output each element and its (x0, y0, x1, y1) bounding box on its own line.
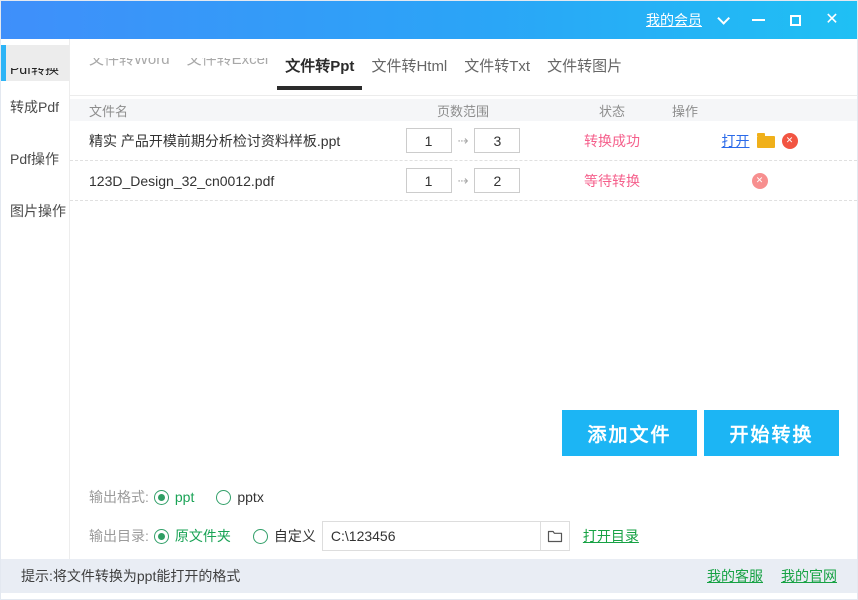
page-range-cell: ⇢ (374, 168, 552, 193)
header-status: 状态 (598, 103, 625, 119)
page-range-arrow-icon: ⇢ (457, 172, 469, 188)
page-to-input[interactable] (474, 168, 521, 193)
tab-bar: 文件转Word 文件转Excel 文件转Ppt 文件转Html 文件转Txt 文… (70, 39, 857, 96)
start-convert-button[interactable]: 开始转换 (704, 410, 839, 456)
sidebar-item-image-ops[interactable]: 图片操作 (1, 185, 69, 237)
output-format-row: 输出格式: ppt pptx (70, 482, 857, 512)
app-window: 我的会员 ✕ Pdf转换 转成Pdf Pdf操作 图片操作 文件转Word 文件… (0, 0, 858, 600)
radio-source-folder-label[interactable]: 原文件夹 (175, 526, 231, 546)
output-path-input[interactable] (321, 521, 541, 551)
content-column: 文件转Word 文件转Excel 文件转Ppt 文件转Html 文件转Txt 文… (70, 39, 857, 559)
table-row: 123D_Design_32_cn0012.pdf ⇢ 等待转换 ✕ (70, 161, 857, 201)
sidebar-item-label: 转成Pdf (10, 99, 60, 115)
file-name: 123D_Design_32_cn0012.pdf (89, 172, 275, 189)
page-from-input[interactable] (405, 168, 452, 193)
sidebar-item-pdf-ops[interactable]: Pdf操作 (1, 133, 69, 185)
close-button[interactable]: ✕ (821, 9, 843, 31)
actions-cell: ✕ (672, 172, 857, 189)
output-directory-row: 输出目录: 原文件夹 自定义 打开目录 (70, 520, 857, 552)
tab-word[interactable]: 文件转Word (89, 57, 170, 77)
page-range-arrow-icon: ⇢ (457, 132, 469, 148)
header-filename: 文件名 (89, 103, 129, 119)
sidebar-item-label: Pdf操作 (10, 151, 60, 167)
sidebar-item-pdf-convert[interactable]: Pdf转换 (1, 45, 69, 81)
status-badge: 转换成功 (584, 132, 640, 149)
header-page-range: 页数范围 (436, 103, 489, 119)
action-buttons: 添加文件 开始转换 (70, 410, 857, 456)
sidebar-item-label-clip: Pdf转换 (10, 68, 60, 77)
status-badge: 等待转换 (584, 172, 640, 189)
sidebar-item-label: 图片操作 (10, 203, 66, 219)
header-actions: 操作 (672, 103, 699, 119)
main-area: Pdf转换 转成Pdf Pdf操作 图片操作 文件转Word 文件转Excel … (1, 39, 857, 559)
open-folder-icon[interactable] (756, 132, 775, 148)
table-header: 文件名 页数范围 状态 操作 (70, 99, 857, 121)
radio-custom-folder-label[interactable]: 自定义 (274, 526, 316, 546)
tab-ppt[interactable]: 文件转Ppt (277, 57, 363, 90)
page-from-input[interactable] (405, 128, 452, 153)
radio-pptx-label[interactable]: pptx (237, 489, 263, 505)
minimize-icon (751, 19, 765, 21)
remove-file-icon[interactable]: ✕ (781, 132, 798, 149)
page-to-input[interactable] (474, 128, 521, 153)
tab-html[interactable]: 文件转Html (371, 57, 447, 77)
actions-cell: 打开 ✕ (672, 131, 857, 151)
title-bar: 我的会员 ✕ (1, 1, 857, 39)
radio-ppt-label[interactable]: ppt (175, 489, 194, 505)
tab-excel[interactable]: 文件转Excel (187, 57, 269, 77)
sidebar: Pdf转换 转成Pdf Pdf操作 图片操作 (1, 39, 70, 559)
my-membership-link[interactable]: 我的会员 (646, 10, 702, 30)
status-bar: 提示:将文件转换为ppt能打开的格式 我的客服 我的官网 (1, 559, 857, 593)
table-row: 精实 产品开模前期分析检讨资料样板.ppt ⇢ 转换成功 打开 ✕ (70, 121, 857, 161)
browse-folder-button[interactable] (540, 521, 570, 551)
output-format-label: 输出格式: (89, 489, 149, 505)
radio-ppt[interactable] (153, 489, 169, 505)
chevron-down-icon[interactable] (717, 11, 730, 25)
close-icon: ✕ (825, 11, 839, 28)
add-files-button[interactable]: 添加文件 (562, 410, 697, 456)
status-tip: 提示:将文件转换为ppt能打开的格式 (21, 568, 241, 584)
radio-source-folder[interactable] (153, 528, 169, 544)
radio-custom-folder[interactable] (252, 528, 268, 544)
radio-pptx[interactable] (216, 489, 232, 505)
empty-area (70, 201, 857, 410)
support-link[interactable]: 我的客服 (707, 566, 763, 586)
open-directory-link[interactable]: 打开目录 (583, 526, 639, 546)
maximize-icon (789, 14, 801, 26)
remove-file-icon[interactable]: ✕ (751, 172, 768, 189)
page-range-cell: ⇢ (374, 128, 552, 153)
tab-image[interactable]: 文件转图片 (547, 57, 622, 77)
output-directory-label: 输出目录: (89, 528, 149, 544)
minimize-button[interactable] (747, 9, 769, 31)
sidebar-item-to-pdf[interactable]: 转成Pdf (1, 81, 69, 133)
website-link[interactable]: 我的官网 (781, 566, 837, 586)
folder-outline-icon (547, 530, 562, 543)
maximize-button[interactable] (784, 9, 806, 31)
open-file-link[interactable]: 打开 (722, 131, 750, 151)
tab-txt[interactable]: 文件转Txt (464, 57, 530, 77)
file-name: 精实 产品开模前期分析检讨资料样板.ppt (89, 132, 341, 149)
